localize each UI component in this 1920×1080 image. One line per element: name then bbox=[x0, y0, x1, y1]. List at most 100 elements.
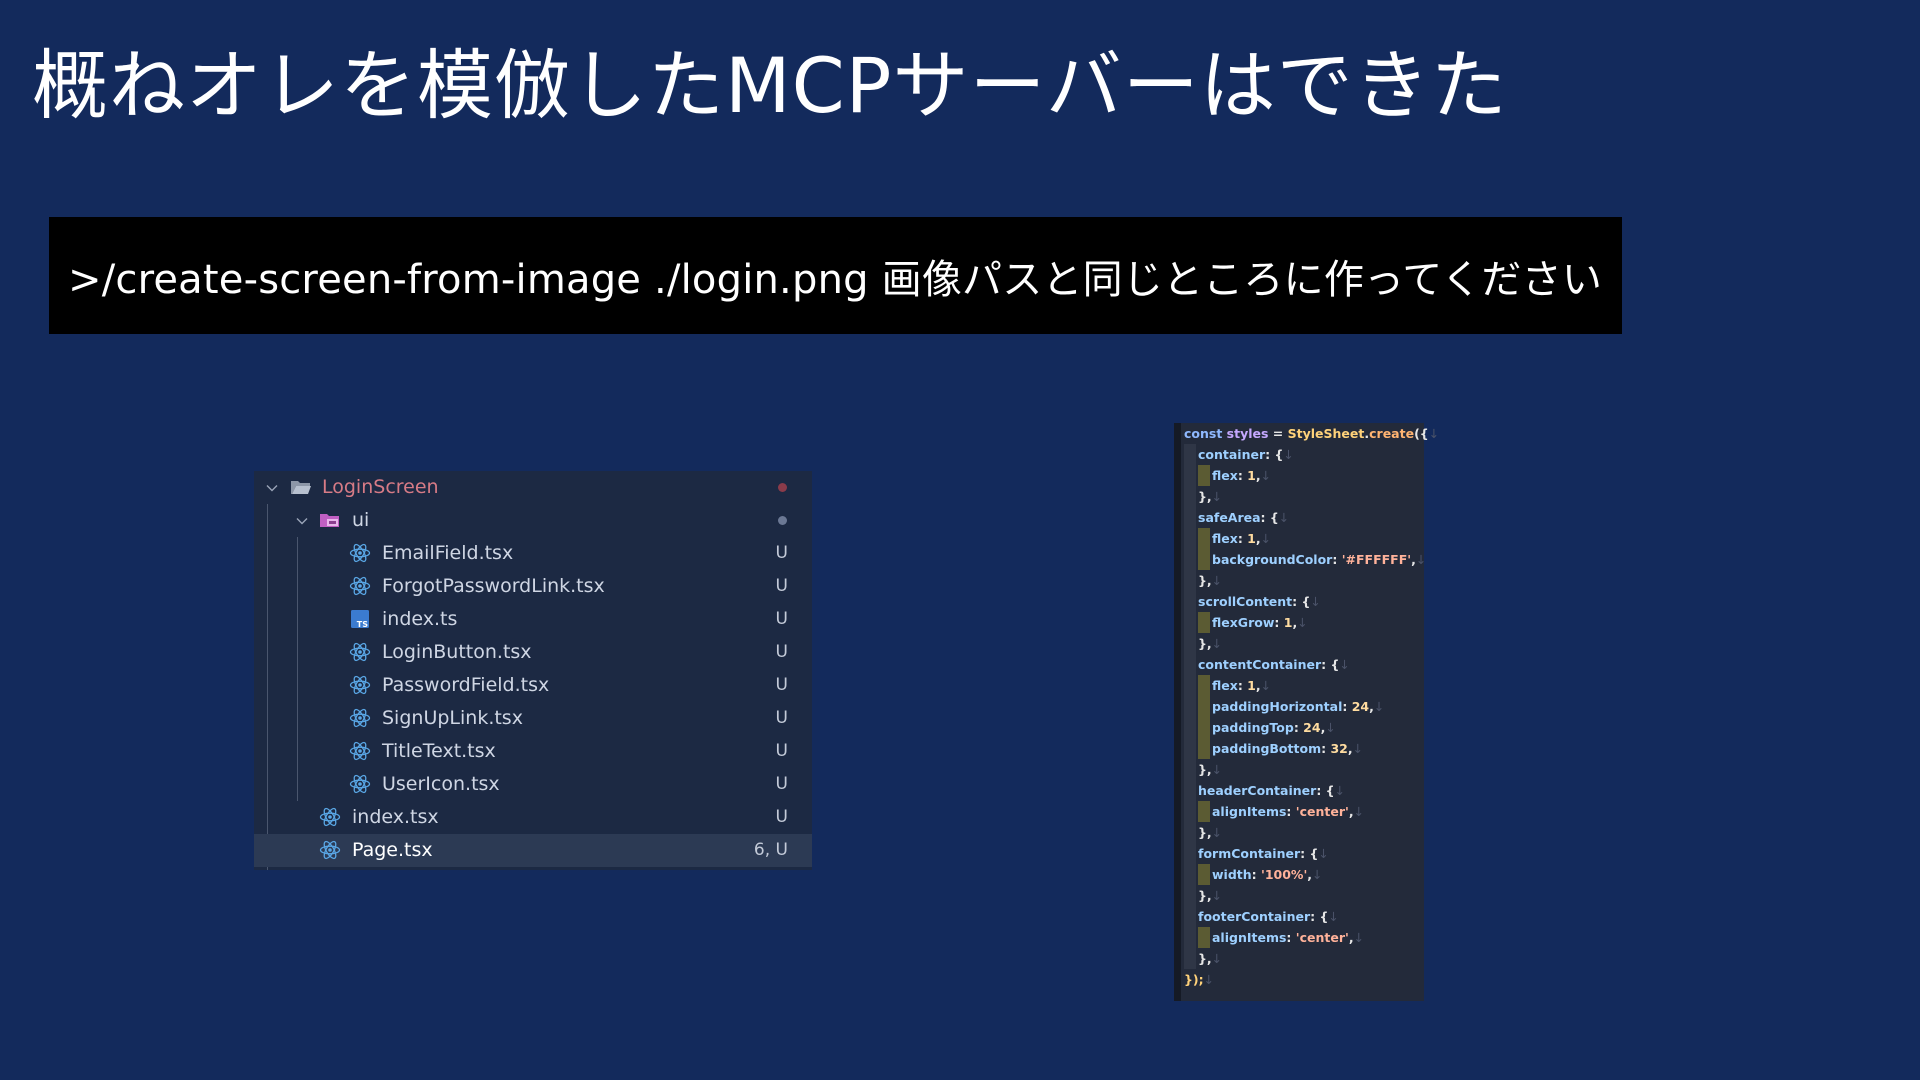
code-token: }, bbox=[1198, 762, 1212, 777]
code-token: }, bbox=[1198, 888, 1212, 903]
code-line: const styles = StyleSheet.create({↓ bbox=[1184, 423, 1439, 444]
tree-item-file[interactable]: LoginButton.tsx U bbox=[254, 636, 812, 669]
slide-title: 概ねオレを模倣したMCPサーバーはできた bbox=[32, 41, 1508, 130]
code-line: },↓ bbox=[1198, 759, 1222, 780]
code-line: backgroundColor: '#FFFFFF',↓ bbox=[1212, 549, 1426, 570]
tree-item-label: LoginScreen bbox=[322, 476, 439, 498]
code-line: footerContainer: {↓ bbox=[1198, 906, 1339, 927]
tree-item-label: PasswordField.tsx bbox=[382, 674, 550, 696]
code-token: const bbox=[1184, 426, 1227, 441]
code-token: formContainer bbox=[1198, 846, 1301, 861]
code-line: alignItems: 'center',↓ bbox=[1212, 801, 1364, 822]
code-token: : { bbox=[1321, 657, 1340, 672]
tree-item-file[interactable]: index.tsx U bbox=[254, 801, 812, 834]
code-token: : { bbox=[1310, 909, 1329, 924]
react-icon bbox=[349, 575, 371, 597]
tree-item-file[interactable]: UserIcon.tsx U bbox=[254, 768, 812, 801]
code-token: ↓ bbox=[1283, 447, 1294, 462]
code-token: : { bbox=[1292, 594, 1311, 609]
indent-marker bbox=[1184, 801, 1196, 822]
code-token: ↓ bbox=[1334, 783, 1346, 798]
indent-marker bbox=[1184, 738, 1196, 759]
modified-dot bbox=[778, 516, 787, 525]
code-token: ↓ bbox=[1353, 930, 1365, 945]
indent-marker bbox=[1184, 528, 1196, 549]
code-token: 1 bbox=[1247, 678, 1256, 693]
code-token: ↓ bbox=[1339, 657, 1350, 672]
code-token: ↓ bbox=[1373, 699, 1385, 714]
indent-marker bbox=[1184, 759, 1196, 780]
react-icon bbox=[349, 740, 371, 762]
chevron-down-icon[interactable] bbox=[266, 482, 278, 494]
tree-item-ui-folder[interactable]: ui bbox=[254, 504, 812, 537]
code-token: StyleSheet bbox=[1287, 426, 1365, 441]
indent-marker bbox=[1198, 549, 1210, 570]
indent-marker bbox=[1184, 507, 1196, 528]
tree-item-file[interactable]: Page.tsx 6, U bbox=[254, 834, 812, 867]
tree-item-file[interactable]: SignUpLink.tsx U bbox=[254, 702, 812, 735]
code-token: alignItems bbox=[1212, 930, 1287, 945]
tree-item-label: LoginButton.tsx bbox=[382, 641, 532, 663]
code-token: 32 bbox=[1330, 741, 1348, 756]
code-token: 'center' bbox=[1295, 930, 1349, 945]
code-token: flex bbox=[1212, 678, 1238, 693]
code-token: ↓ bbox=[1260, 531, 1272, 546]
code-token: : bbox=[1274, 615, 1284, 630]
code-line: flexGrow: 1,↓ bbox=[1212, 612, 1308, 633]
code-token: ↓ bbox=[1352, 741, 1364, 756]
code-token: : bbox=[1332, 552, 1342, 567]
code-token: = bbox=[1268, 426, 1288, 441]
code-token: : bbox=[1293, 720, 1304, 735]
tree-item-file[interactable]: EmailField.tsx U bbox=[254, 537, 812, 570]
indent-marker bbox=[1184, 654, 1196, 675]
code-token: paddingBottom bbox=[1212, 741, 1322, 756]
code-token: : bbox=[1286, 804, 1296, 819]
code-token: ↓ bbox=[1415, 552, 1427, 567]
code-token: ↓ bbox=[1328, 909, 1339, 924]
code-token: ↓ bbox=[1211, 489, 1223, 504]
code-token: : { bbox=[1300, 846, 1319, 861]
indent-marker bbox=[1184, 948, 1196, 969]
code-token: scrollContent bbox=[1198, 594, 1293, 609]
indent-marker bbox=[1198, 717, 1210, 738]
indent-marker bbox=[1184, 864, 1196, 885]
tree-item-file[interactable]: TS index.ts U bbox=[254, 603, 812, 636]
code-token: : bbox=[1237, 531, 1248, 546]
tree-item-file[interactable]: ForgotPasswordLink.tsx U bbox=[254, 570, 812, 603]
code-token: ↓ bbox=[1203, 972, 1215, 987]
indent-marker bbox=[1184, 570, 1196, 591]
code-token: }, bbox=[1198, 636, 1212, 651]
prompt-box: >/create-screen-from-image ./login.png 画… bbox=[49, 217, 1622, 334]
code-token: }, bbox=[1198, 825, 1212, 840]
code-line: alignItems: 'center',↓ bbox=[1212, 927, 1364, 948]
code-token: styles bbox=[1226, 426, 1269, 441]
chevron-down-icon[interactable] bbox=[296, 515, 308, 527]
git-status-badge: U bbox=[775, 543, 788, 563]
code-token: contentContainer bbox=[1198, 657, 1322, 672]
folder-open-icon bbox=[290, 476, 312, 498]
git-status-badge: U bbox=[775, 741, 788, 761]
code-line: flex: 1,↓ bbox=[1212, 528, 1271, 549]
code-line: },↓ bbox=[1198, 948, 1222, 969]
tree-item-file[interactable]: TitleText.tsx U bbox=[254, 735, 812, 768]
react-icon bbox=[349, 542, 371, 564]
tree-item-label: Page.tsx bbox=[352, 839, 433, 861]
code-line: formContainer: {↓ bbox=[1198, 843, 1329, 864]
indent-marker bbox=[1184, 549, 1196, 570]
ui-folder-icon bbox=[319, 509, 341, 531]
indent-marker bbox=[1198, 864, 1210, 885]
indent-marker bbox=[1184, 675, 1196, 696]
code-token: width bbox=[1212, 867, 1252, 882]
prompt-command-text: >/create-screen-from-image ./login.png 画… bbox=[68, 256, 1603, 303]
react-icon bbox=[349, 641, 371, 663]
react-icon bbox=[349, 674, 371, 696]
tree-item-file[interactable]: PasswordField.tsx U bbox=[254, 669, 812, 702]
code-token: ↓ bbox=[1260, 678, 1272, 693]
indent-marker bbox=[1198, 801, 1210, 822]
tree-item-label: index.tsx bbox=[352, 806, 439, 828]
code-token: flex bbox=[1212, 531, 1238, 546]
code-token: ↓ bbox=[1297, 615, 1308, 630]
code-token: : bbox=[1237, 468, 1248, 483]
tree-item-loginscreen-folder[interactable]: LoginScreen bbox=[254, 471, 812, 504]
indent-marker bbox=[1198, 738, 1210, 759]
